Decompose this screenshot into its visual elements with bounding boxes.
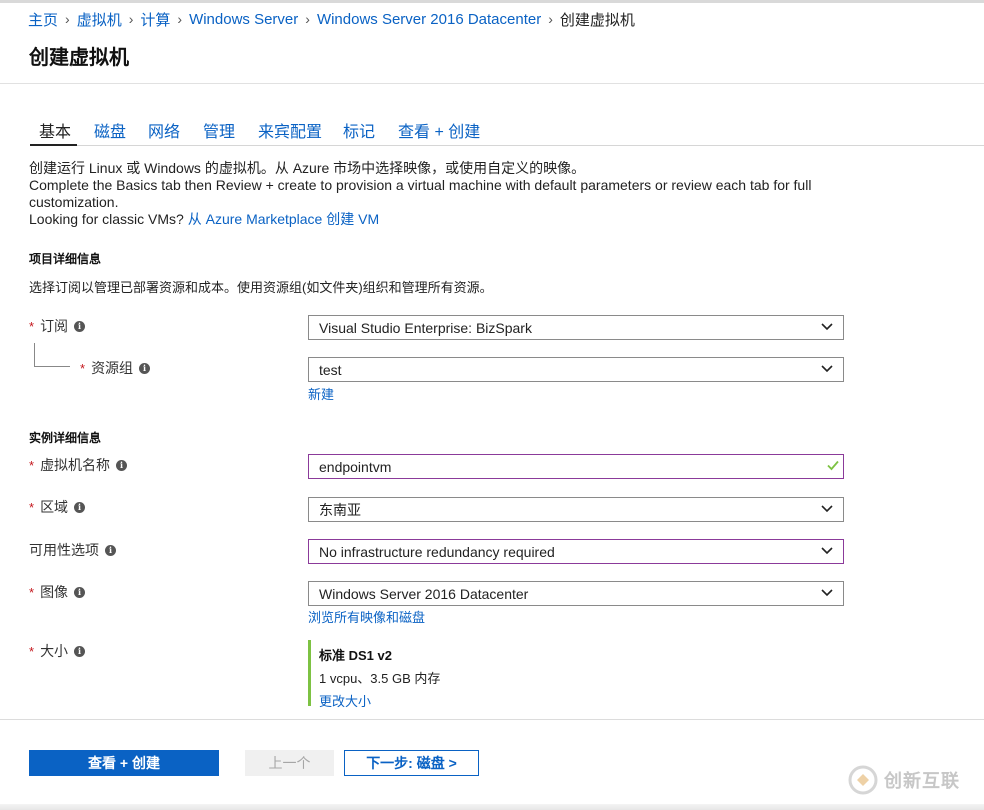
region-label: * 区域 i <box>29 497 86 517</box>
resource-group-select[interactable]: test <box>308 357 844 382</box>
resource-group-label: * 资源组 i <box>80 358 151 378</box>
resource-group-label-text: 资源组 <box>91 360 134 376</box>
breadcrumb-home[interactable]: 主页 <box>28 9 58 30</box>
tab-basics[interactable]: 基本 <box>39 118 71 142</box>
project-details-description: 选择订阅以管理已部署资源和成本。使用资源组(如文件夹)组织和管理所有资源。 <box>29 280 493 295</box>
region-select[interactable]: 东南亚 <box>308 497 844 522</box>
subscription-label: * 订阅 i <box>29 316 86 336</box>
vm-name-label: * 虚拟机名称 i <box>29 455 128 475</box>
page-title: 创建虚拟机 <box>29 47 129 69</box>
top-border <box>0 0 984 3</box>
chevron-down-icon <box>821 589 833 597</box>
chevron-down-icon <box>821 323 833 331</box>
resource-group-value: test <box>319 361 342 378</box>
breadcrumb-windows-server[interactable]: Windows Server <box>189 11 298 28</box>
instance-details-heading: 实例详细信息 <box>29 431 102 445</box>
chevron-right-icon: › <box>65 11 70 27</box>
info-icon[interactable]: i <box>74 501 86 513</box>
availability-label: 可用性选项 i <box>29 540 116 560</box>
required-marker: * <box>29 318 35 334</box>
breadcrumb-compute[interactable]: 计算 <box>140 9 170 30</box>
required-marker: * <box>80 360 86 376</box>
image-value: Windows Server 2016 Datacenter <box>319 585 529 602</box>
availability-select[interactable]: No infrastructure redundancy required <box>308 539 844 564</box>
active-tab-indicator <box>30 144 77 146</box>
bottom-edge <box>0 804 984 810</box>
size-label: * 大小 i <box>29 641 86 661</box>
availability-label-text: 可用性选项 <box>29 542 99 558</box>
chevron-right-icon: › <box>548 11 553 27</box>
intro-line-3: customization. <box>29 194 119 210</box>
marketplace-link[interactable]: 从 Azure Marketplace 创建 VM <box>188 211 379 227</box>
image-label-text: 图像 <box>40 584 69 600</box>
subscription-select[interactable]: Visual Studio Enterprise: BizSpark <box>308 315 844 340</box>
subscription-value: Visual Studio Enterprise: BizSpark <box>319 319 532 336</box>
info-icon[interactable]: i <box>74 586 86 598</box>
info-icon[interactable]: i <box>74 320 86 332</box>
project-details-heading: 项目详细信息 <box>29 252 102 266</box>
breadcrumb-windows-server-2016[interactable]: Windows Server 2016 Datacenter <box>317 11 541 28</box>
chevron-right-icon: › <box>177 11 183 27</box>
chevron-down-icon <box>821 505 833 513</box>
required-marker: * <box>29 457 35 473</box>
info-icon[interactable]: i <box>116 459 128 471</box>
review-create-button[interactable]: 查看 + 创建 <box>29 750 219 776</box>
tree-connector <box>34 343 35 367</box>
breadcrumb-virtual-machines[interactable]: 虚拟机 <box>77 9 122 30</box>
chevron-down-icon <box>821 547 833 555</box>
chevron-down-icon <box>821 365 833 373</box>
title-area: 创建虚拟机 <box>0 33 984 84</box>
tab-guest-config[interactable]: 来宾配置 <box>258 118 322 142</box>
region-value: 东南亚 <box>319 501 361 518</box>
next-disks-button[interactable]: 下一步: 磁盘 > <box>344 750 479 776</box>
tab-disks[interactable]: 磁盘 <box>94 118 126 142</box>
required-marker: * <box>29 499 35 515</box>
image-select[interactable]: Windows Server 2016 Datacenter <box>308 581 844 606</box>
chevron-right-icon: › <box>305 11 310 27</box>
chevron-right-icon: › <box>128 11 134 27</box>
availability-value: No infrastructure redundancy required <box>319 543 555 560</box>
tab-management[interactable]: 管理 <box>203 118 235 142</box>
tree-connector <box>34 366 70 367</box>
intro-text: 创建运行 Linux 或 Windows 的虚拟机。从 Azure 市场中选择映… <box>29 160 889 228</box>
size-name: 标准 DS1 v2 <box>319 648 392 663</box>
tab-bar: 基本 磁盘 网络 管理 来宾配置 标记 查看 + 创建 <box>30 110 984 146</box>
size-label-text: 大小 <box>40 643 69 659</box>
required-marker: * <box>29 584 35 600</box>
intro-line-4: Looking for classic VMs? 从 Azure Marketp… <box>29 211 889 228</box>
intro-line-2: Complete the Basics tab then Review + cr… <box>29 177 812 193</box>
browse-images-link[interactable]: 浏览所有映像和磁盘 <box>308 607 425 626</box>
create-new-resource-group-link[interactable]: 新建 <box>308 384 334 403</box>
subscription-label-text: 订阅 <box>40 318 69 334</box>
info-icon[interactable]: i <box>139 362 151 374</box>
vm-name-input[interactable]: endpointvm <box>308 454 844 479</box>
tab-review-create[interactable]: 查看 + 创建 <box>398 118 480 142</box>
footer-divider <box>0 719 984 720</box>
previous-button[interactable]: 上一个 <box>245 750 334 776</box>
watermark-logo-icon <box>848 765 878 795</box>
breadcrumb-current: 创建虚拟机 <box>559 11 635 29</box>
info-icon[interactable]: i <box>74 645 86 657</box>
size-spec: 1 vcpu、3.5 GB 内存 <box>319 671 441 686</box>
required-marker: * <box>29 643 35 659</box>
vm-name-label-text: 虚拟机名称 <box>40 457 111 473</box>
tab-networking[interactable]: 网络 <box>148 118 180 142</box>
image-label: * 图像 i <box>29 582 86 602</box>
checkmark-icon <box>827 460 839 471</box>
watermark-text: 创新互联 <box>884 771 960 791</box>
change-size-link[interactable]: 更改大小 <box>319 691 608 710</box>
classic-vms-text: Looking for classic VMs? <box>29 211 184 227</box>
info-icon[interactable]: i <box>105 544 116 556</box>
vm-name-value: endpointvm <box>319 458 392 475</box>
breadcrumb: 主页 › 虚拟机 › 计算 › Windows Server › Windows… <box>28 9 635 29</box>
watermark: 创新互联 <box>848 762 984 798</box>
tab-tags[interactable]: 标记 <box>343 118 375 142</box>
size-summary: 标准 DS1 v2 1 vcpu、3.5 GB 内存 更改大小 <box>308 640 608 709</box>
intro-line-1: 创建运行 Linux 或 Windows 的虚拟机。从 Azure 市场中选择映… <box>29 160 586 176</box>
region-label-text: 区域 <box>40 499 69 515</box>
